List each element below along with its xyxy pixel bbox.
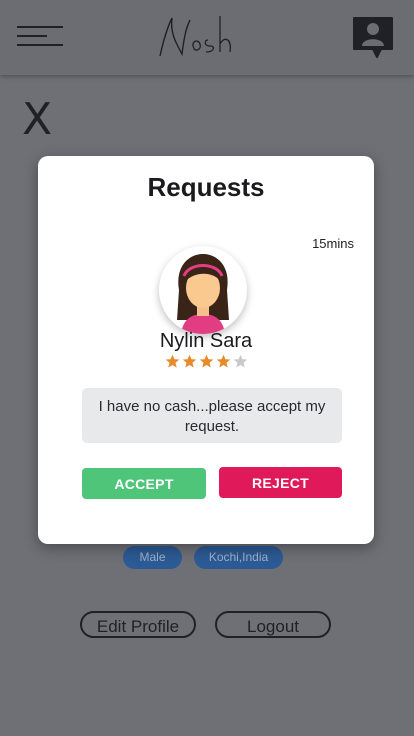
gender-tag: Male — [123, 546, 182, 569]
avatar — [159, 246, 247, 334]
request-modal: Requests 15mins Nylin Sara I have no cas… — [38, 156, 374, 544]
star-empty-icon — [233, 354, 248, 368]
rating-stars — [165, 354, 249, 370]
app-header — [0, 0, 414, 75]
logout-button[interactable]: Logout — [215, 611, 331, 638]
reject-button[interactable]: REJECT — [219, 467, 342, 498]
star-filled-icon — [182, 354, 197, 368]
accept-button[interactable]: ACCEPT — [82, 468, 206, 499]
user-chat-icon[interactable] — [351, 15, 395, 59]
request-time: 15mins — [312, 236, 354, 251]
star-filled-icon — [165, 354, 180, 368]
modal-title: Requests — [147, 172, 265, 202]
girl-avatar-icon — [177, 254, 229, 334]
location-tag: Kochi,India — [194, 546, 283, 569]
star-filled-icon — [199, 354, 214, 368]
hamburger-menu-icon[interactable] — [17, 26, 63, 46]
nosh-logo — [159, 16, 231, 57]
request-message: I have no cash...please accept my reques… — [82, 388, 342, 443]
edit-profile-button[interactable]: Edit Profile — [80, 611, 196, 638]
star-filled-icon — [216, 354, 231, 368]
requester-name: Nylin Sara — [159, 330, 253, 352]
close-button[interactable]: X — [22, 98, 52, 142]
